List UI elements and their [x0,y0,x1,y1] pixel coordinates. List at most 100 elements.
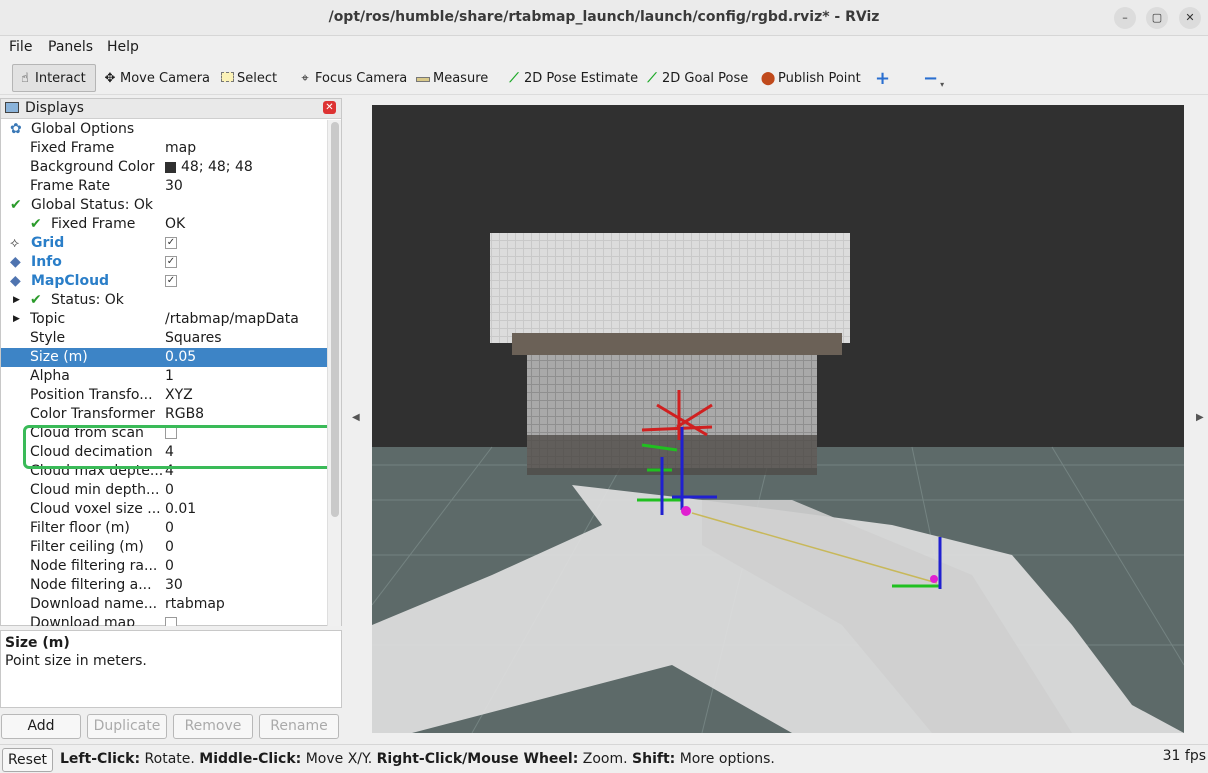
tree-row[interactable]: Download name... rtabmap [1,595,327,614]
row-checkbox[interactable]: ✓ [165,272,177,291]
tree-row[interactable]: Frame Rate 30 [1,177,327,196]
row-checkbox[interactable]: ✓ [165,234,177,253]
row-value[interactable]: 30 [165,177,183,196]
remove-tool-button[interactable]: − ▾ [919,64,948,92]
publish-point-label: Publish Point [778,70,861,86]
tree-row-mapcloud[interactable]: ◆ MapCloud ✓ [1,272,327,291]
row-key: MapCloud [31,273,110,289]
menu-help[interactable]: Help [107,39,139,55]
render-viewport[interactable] [372,105,1184,733]
collapse-right-icon[interactable]: ▶ [1196,412,1204,423]
tree-row[interactable]: Background Color 48; 48; 48 [1,158,327,177]
tree-row-grid[interactable]: ⟡ Grid ✓ [1,234,327,253]
add-button[interactable]: Add [1,714,81,739]
minimize-button[interactable]: – [1114,7,1136,29]
tree-scrollbar[interactable] [327,120,341,626]
add-tool-button[interactable]: + [871,64,894,92]
menu-panels[interactable]: Panels [48,39,93,55]
tree-row[interactable]: ✔ Fixed Frame OK [1,215,327,234]
tree-row[interactable]: Filter floor (m) 0 [1,519,327,538]
gear-icon: ✿ [10,121,22,137]
expand-arrow-icon[interactable]: ▶ [13,310,20,329]
help-desc: Move X/Y. [301,751,377,767]
help-key: Shift: [632,751,676,767]
tree-row[interactable]: Node filtering ra... 0 [1,557,327,576]
scrollbar-thumb[interactable] [331,122,339,517]
checkbox-unchecked[interactable] [165,617,177,626]
row-value[interactable]: 0 [165,538,174,557]
tree-row[interactable]: Fixed Frame map [1,139,327,158]
displays-tree: ✿ Global Options Fixed Frame map Backgro… [1,120,327,626]
row-value[interactable]: 48; 48; 48 [165,158,253,177]
row-value[interactable]: map [165,139,196,158]
row-value[interactable]: rtabmap [165,595,225,614]
row-value[interactable]: 1 [165,367,174,386]
row-value[interactable]: 0 [165,557,174,576]
close-button[interactable]: ✕ [1179,7,1201,29]
pose-estimate-label: 2D Pose Estimate [524,70,639,86]
row-value[interactable]: Squares [165,329,222,348]
row-key: Grid [31,235,65,251]
menu-file[interactable]: File [9,39,32,55]
select-tool[interactable]: Select [215,64,281,92]
checkbox-checked[interactable]: ✓ [165,237,177,249]
measure-tool[interactable]: Measure [411,64,492,92]
tree-row[interactable]: ✔ Global Status: Ok [1,196,327,215]
help-key: Left-Click: [60,751,141,767]
tree-row[interactable]: Node filtering a... 30 [1,576,327,595]
plus-icon: + [875,67,891,89]
tree-row[interactable]: ▶ ✔ Status: Ok [1,291,327,310]
checkbox-checked[interactable]: ✓ [165,256,177,268]
property-description: Size (m) Point size in meters. [0,630,342,708]
interact-tool[interactable]: ☝ Interact [12,64,96,92]
tree-row[interactable]: Alpha 1 [1,367,327,386]
help-key: Right-Click/Mouse Wheel: [376,751,579,767]
tree-row[interactable]: ✿ Global Options [1,120,327,139]
rename-button[interactable]: Rename [259,714,339,739]
focus-camera-tool[interactable]: ⌖ Focus Camera [293,64,411,92]
tree-row[interactable]: Filter ceiling (m) 0 [1,538,327,557]
checkbox-checked[interactable]: ✓ [165,275,177,287]
help-desc: Rotate. [140,751,200,767]
maximize-button[interactable]: ▢ [1146,7,1168,29]
publish-point-tool[interactable]: ⬤ Publish Point [756,64,865,92]
reset-button[interactable]: Reset [2,748,53,772]
row-checkbox[interactable]: ✓ [165,253,177,272]
row-value[interactable]: 0.05 [165,348,196,367]
close-panel-button[interactable]: ✕ [323,101,336,114]
tree-row[interactable]: Cloud min depth... 0 [1,481,327,500]
tree-row-info[interactable]: ◆ Info ✓ [1,253,327,272]
ruler-icon [415,71,431,86]
help-desc: More options. [675,751,775,767]
row-value[interactable]: 0 [165,481,174,500]
pose-estimate-tool[interactable]: ⟋ 2D Pose Estimate [502,64,642,92]
move-camera-tool[interactable]: ✥ Move Camera [98,64,214,92]
goal-pose-tool[interactable]: ⟋ 2D Goal Pose [640,64,752,92]
row-value[interactable]: 0.01 [165,500,196,519]
row-value[interactable]: 30 [165,576,183,595]
duplicate-button[interactable]: Duplicate [87,714,167,739]
row-value[interactable]: RGB8 [165,405,204,424]
row-value: OK [165,216,186,232]
row-key: Download name... [30,596,158,612]
tree-row[interactable]: Style Squares [1,329,327,348]
row-value[interactable]: XYZ [165,386,193,405]
scene-render[interactable] [372,105,1184,733]
expand-arrow-icon[interactable]: ▶ [13,291,20,310]
tree-row[interactable]: Download map [1,614,327,626]
row-checkbox[interactable] [165,614,177,626]
diamond-icon: ◆ [10,254,21,270]
tree-row[interactable]: Cloud voxel size ... 0.01 [1,500,327,519]
tree-row[interactable]: Position Transfo... XYZ [1,386,327,405]
tree-row[interactable]: Color Transformer RGB8 [1,405,327,424]
remove-button[interactable]: Remove [173,714,253,739]
green-arrow-icon: ⟋ [509,70,519,86]
tree-row[interactable]: ▶ Topic /rtabmap/mapData [1,310,327,329]
row-value[interactable]: 0 [165,519,174,538]
hand-cursor-icon: ☝ [21,70,29,86]
color-swatch [165,161,176,173]
tree-row-selected[interactable]: Size (m) 0.05 [1,348,327,367]
row-value[interactable]: /rtabmap/mapData [165,310,299,329]
move-camera-label: Move Camera [120,70,211,86]
collapse-left-icon[interactable]: ◀ [352,412,360,423]
